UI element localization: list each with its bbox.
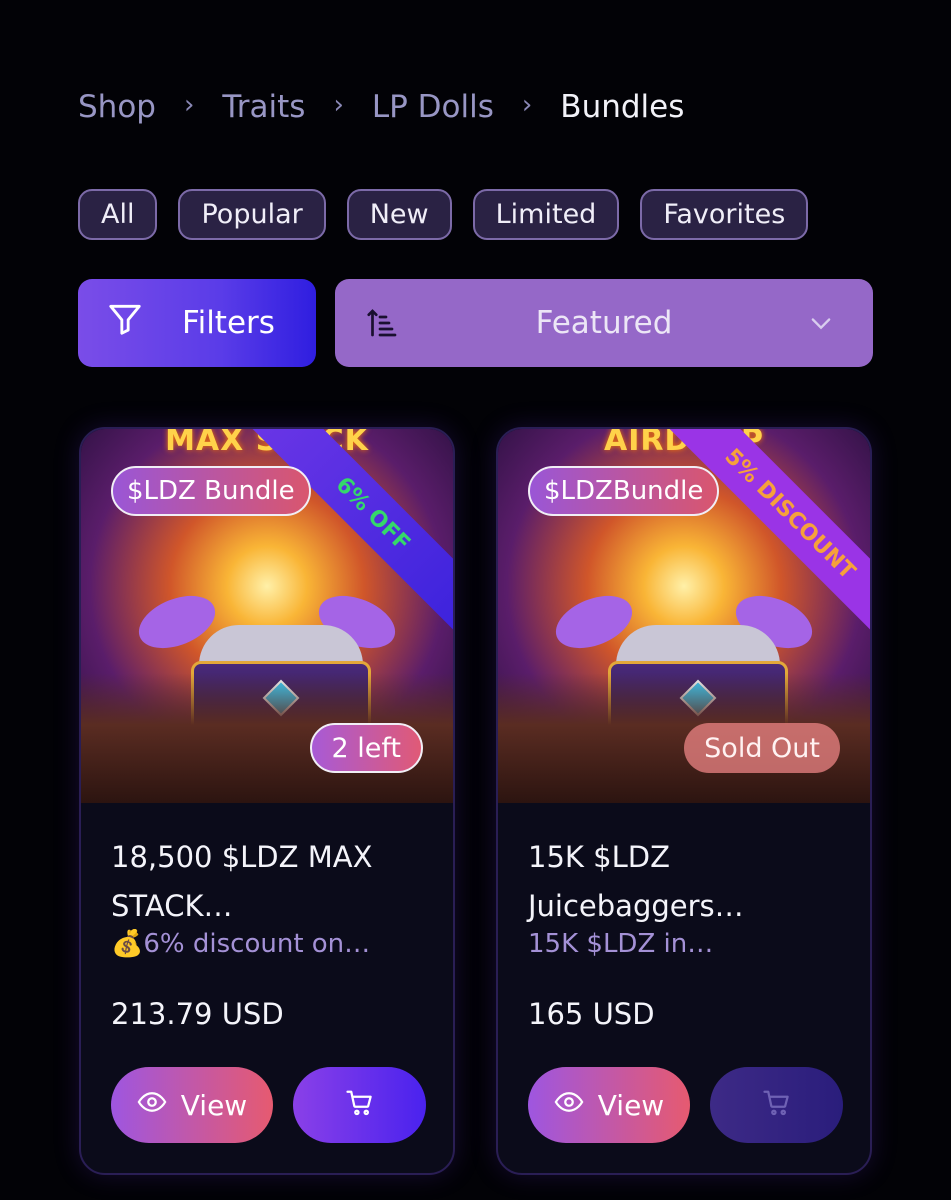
view-label: View: [180, 1088, 248, 1122]
product-title: 18,500 $LDZ MAX STACK…: [111, 840, 373, 923]
product-tag: $LDZ Bundle: [111, 466, 311, 516]
add-to-cart-button[interactable]: [293, 1067, 426, 1143]
category-chips: All Popular New Limited Favorites: [78, 189, 809, 240]
breadcrumb-traits[interactable]: Traits: [222, 89, 305, 125]
product-tag: $LDZBundle: [528, 466, 720, 516]
chip-new[interactable]: New: [346, 189, 452, 240]
product-subtitle: 💰6% discount on…: [111, 929, 429, 959]
product-price: 165 USD: [528, 997, 655, 1031]
product-card[interactable]: MAX STACK 6% OFF $LDZ Bundle 2 left 18,5…: [79, 427, 455, 1175]
product-title: 15K $LDZ Juicebaggers…: [528, 840, 744, 923]
chevron-down-icon: [807, 309, 835, 341]
view-button[interactable]: View: [111, 1067, 273, 1143]
add-to-cart-button[interactable]: [710, 1067, 843, 1143]
product-subtitle-text: 6% discount on…: [143, 929, 371, 959]
chip-limited[interactable]: Limited: [472, 189, 620, 240]
breadcrumb-bundles: Bundles: [560, 89, 685, 125]
breadcrumb-separator: ›: [521, 90, 533, 120]
breadcrumb-shop[interactable]: Shop: [78, 89, 156, 125]
cart-icon: [345, 1088, 375, 1122]
breadcrumb-separator: ›: [183, 90, 195, 120]
sold-out-badge: Sold Out: [684, 723, 840, 773]
breadcrumb-separator: ›: [333, 90, 344, 120]
sort-selected-value: Featured: [535, 305, 673, 341]
product-subtitle: 15K $LDZ in…: [528, 929, 714, 959]
stock-badge: 2 left: [309, 723, 423, 773]
eye-icon: [137, 1087, 167, 1124]
sort-select[interactable]: Featured: [335, 279, 873, 367]
view-button[interactable]: View: [528, 1067, 690, 1143]
money-bag-icon: 💰: [111, 929, 144, 959]
chip-favorites[interactable]: Favorites: [640, 189, 809, 240]
filters-button[interactable]: Filters: [78, 279, 316, 367]
product-card[interactable]: AIRDROP 5% DISCOUNT $LDZBundle Sold Out …: [496, 427, 872, 1175]
product-price: 213.79 USD: [111, 997, 284, 1031]
cart-icon: [762, 1088, 792, 1122]
product-image[interactable]: AIRDROP 5% DISCOUNT $LDZBundle Sold Out: [498, 429, 870, 803]
chip-popular[interactable]: Popular: [178, 189, 326, 240]
eye-icon: [554, 1087, 584, 1124]
breadcrumb: Shop › Traits › LP Dolls › Bundles: [78, 86, 684, 128]
chip-all[interactable]: All: [78, 189, 158, 240]
view-label: View: [597, 1088, 665, 1122]
funnel-icon: [106, 300, 144, 346]
breadcrumb-lp-dolls[interactable]: LP Dolls: [372, 89, 494, 125]
product-image[interactable]: MAX STACK 6% OFF $LDZ Bundle 2 left: [81, 429, 453, 803]
filters-label: Filters: [182, 305, 275, 341]
